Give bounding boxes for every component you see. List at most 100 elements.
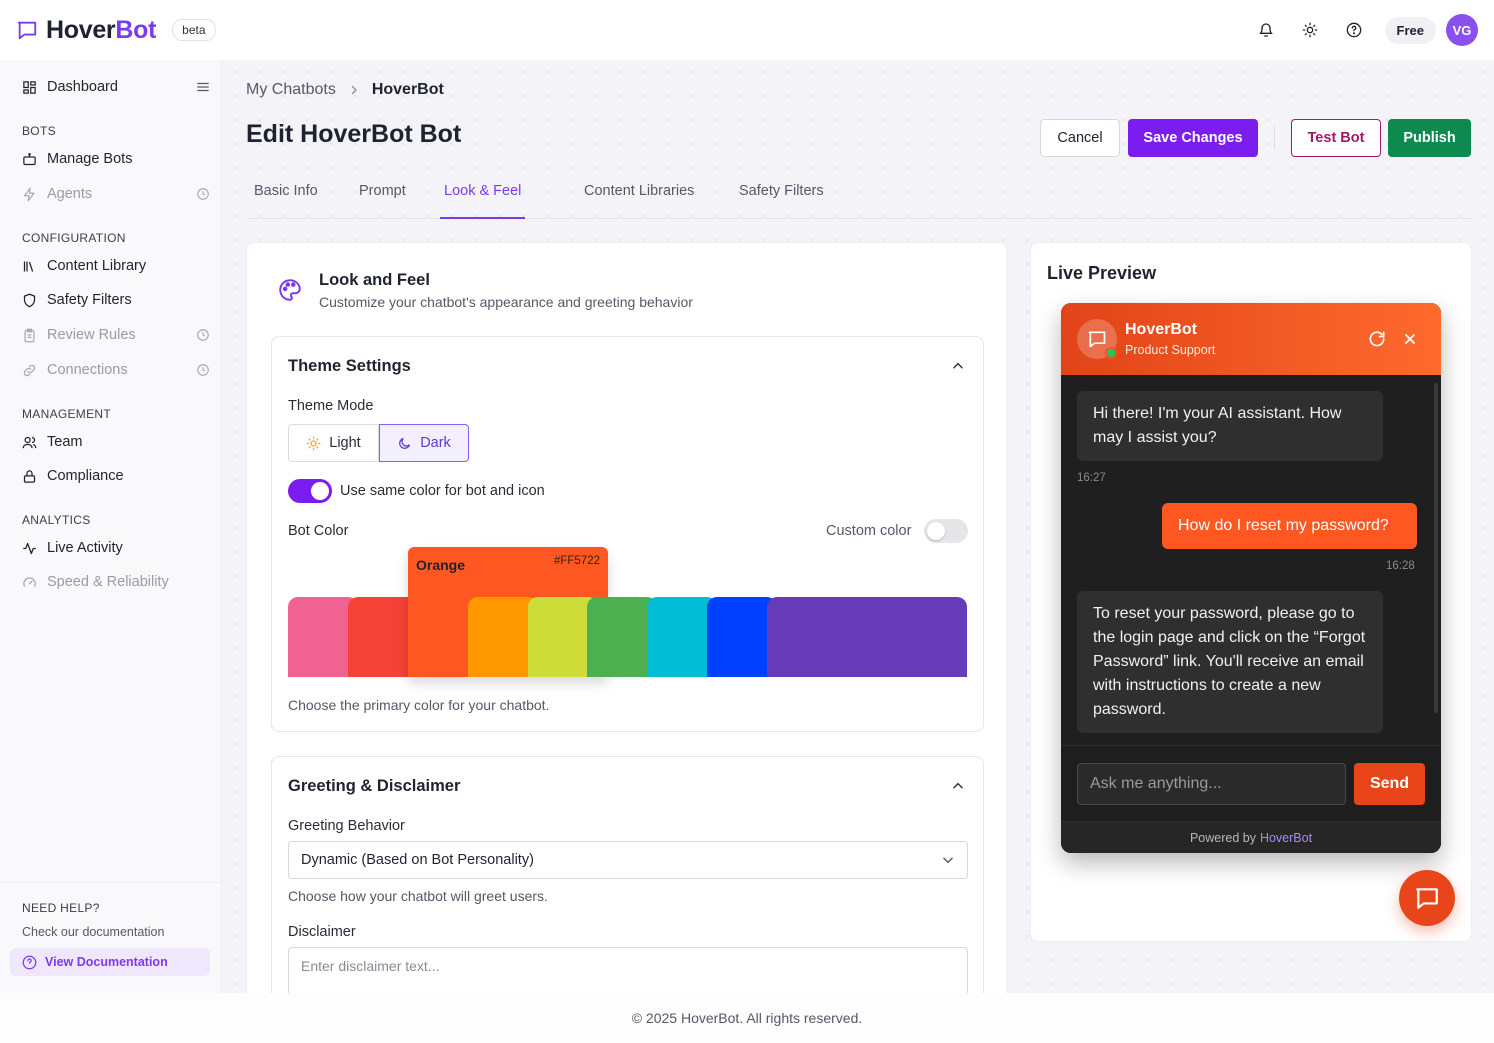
custom-color-toggle[interactable] [924, 519, 968, 543]
help-circle-icon[interactable] [1337, 13, 1371, 47]
disclaimer-label: Disclaimer [288, 924, 356, 940]
plan-badge[interactable]: Free [1384, 16, 1436, 44]
bot-message: To reset your password, please go to the… [1077, 591, 1383, 733]
tab-look-and-feel[interactable]: Look & Feel [440, 183, 526, 219]
sidebar-item-safety-filters[interactable]: Safety Filters [22, 286, 210, 314]
sidebar-item-agents[interactable]: Agents [22, 180, 210, 208]
brand-name: HoverBot [46, 15, 157, 44]
greeting-behavior-select[interactable]: Dynamic (Based on Bot Personality) [288, 841, 968, 879]
sidebar-item-label: Content Library [47, 258, 147, 274]
chat-scrollbar[interactable] [1434, 383, 1438, 713]
menu-toggle-icon[interactable] [196, 80, 210, 94]
chat-launcher-button[interactable] [1399, 870, 1455, 926]
theme-light-button[interactable]: Light [288, 424, 379, 462]
top-bar: HoverBot beta Free VG [0, 0, 1494, 60]
sidebar-item-manage-bots[interactable]: Manage Bots [22, 145, 210, 173]
view-documentation-button[interactable]: View Documentation [10, 948, 210, 976]
sun-icon [306, 436, 321, 451]
sidebar-item-speed-reliability[interactable]: Speed & Reliability [22, 568, 210, 596]
section-title: Theme Settings [288, 357, 411, 375]
message-timestamp: 16:28 [1386, 560, 1415, 572]
tab-safety-filters[interactable]: Safety Filters [735, 183, 828, 219]
sidebar-section-analytics: ANALYTICS [22, 513, 91, 527]
bot-icon [22, 152, 37, 167]
user-avatar[interactable]: VG [1446, 14, 1478, 46]
sidebar-item-team[interactable]: Team [22, 428, 210, 456]
sidebar-item-label: Manage Bots [47, 151, 133, 167]
sidebar-item-compliance[interactable]: Compliance [22, 462, 210, 490]
theme-mode-label: Theme Mode [288, 398, 374, 414]
lightning-icon [22, 187, 37, 202]
breadcrumb-my-chatbots[interactable]: My Chatbots [246, 81, 336, 99]
clock-icon [196, 363, 210, 377]
bot-message: Hi there! I'm your AI assistant. How may… [1077, 391, 1383, 461]
publish-button[interactable]: Publish [1388, 119, 1471, 157]
chat-bubble-logo-icon [16, 19, 38, 41]
lock-icon [22, 469, 37, 484]
card-subtitle: Customize your chatbot's appearance and … [319, 294, 693, 310]
chat-widget: HoverBot Product Support Hi there! I'm y… [1061, 303, 1441, 853]
main-content: My Chatbots HoverBot Edit HoverBot Bot C… [223, 60, 1494, 1043]
chat-input-row: Ask me anything... Send [1061, 745, 1441, 821]
save-changes-button[interactable]: Save Changes [1128, 119, 1258, 157]
sidebar-section-bots: BOTS [22, 124, 56, 138]
breadcrumb-current: HoverBot [371, 81, 444, 98]
sidebar-item-label: Connections [47, 362, 128, 378]
tab-prompt[interactable]: Prompt [355, 183, 410, 219]
sidebar: Dashboard BOTS Manage Bots Agents CONFIG… [0, 60, 222, 1043]
footer: © 2025 HoverBot. All rights reserved. [0, 993, 1494, 1043]
sidebar-item-dashboard[interactable]: Dashboard [22, 73, 210, 101]
test-bot-button[interactable]: Test Bot [1291, 119, 1381, 157]
chat-messages: Hi there! I'm your AI assistant. How may… [1061, 375, 1441, 745]
beta-badge: beta [172, 19, 216, 41]
chat-input[interactable]: Ask me anything... [1077, 763, 1346, 805]
live-preview-panel: Live Preview HoverBot Product Support Hi… [1030, 242, 1472, 942]
theme-dark-button[interactable]: Dark [379, 424, 469, 462]
powered-by-label: Powered by [1189, 830, 1256, 845]
sidebar-item-live-activity[interactable]: Live Activity [22, 534, 210, 562]
toggle-knob [927, 522, 945, 540]
powered-by-link[interactable]: HoverBot [1260, 831, 1312, 845]
cancel-button[interactable]: Cancel [1040, 119, 1120, 157]
help-circle-icon [22, 955, 37, 970]
color-swatch-purple[interactable] [767, 597, 967, 677]
tab-content-libraries[interactable]: Content Libraries [580, 183, 698, 219]
refresh-icon[interactable] [1367, 329, 1387, 349]
color-palette: Orange #FF5722 [288, 547, 968, 677]
sidebar-item-connections[interactable]: Connections [22, 356, 210, 384]
greeting-helper: Choose how your chatbot will greet users… [288, 888, 548, 904]
toggle-knob [311, 482, 329, 500]
chevron-up-icon[interactable] [951, 779, 965, 793]
view-documentation-label: View Documentation [45, 955, 168, 969]
sidebar-item-content-library[interactable]: Content Library [22, 252, 210, 280]
help-subtitle: Check our documentation [22, 925, 165, 939]
bell-icon[interactable] [1249, 13, 1283, 47]
sidebar-item-label: Review Rules [47, 327, 136, 343]
brand[interactable]: HoverBot beta [16, 16, 216, 45]
user-message: How do I reset my password? [1162, 503, 1417, 549]
dashboard-grid-icon [22, 80, 37, 95]
same-color-toggle[interactable] [288, 479, 332, 503]
chevron-down-icon [941, 853, 955, 867]
moon-icon [397, 436, 412, 451]
send-button[interactable]: Send [1354, 763, 1425, 805]
clock-icon [196, 187, 210, 201]
breadcrumb: My Chatbots HoverBot [246, 81, 444, 99]
clipboard-icon [22, 328, 37, 343]
sun-icon[interactable] [1293, 13, 1327, 47]
greeting-behavior-label: Greeting Behavior [288, 818, 405, 834]
selected-color-hex: #FF5722 [553, 555, 600, 567]
gauge-icon [22, 575, 37, 590]
sidebar-item-review-rules[interactable]: Review Rules [22, 321, 210, 349]
palette-icon [277, 277, 303, 303]
sidebar-item-label: Team [47, 434, 83, 450]
close-icon[interactable] [1403, 332, 1417, 346]
chevron-up-icon[interactable] [951, 359, 965, 373]
tab-bar: Basic Info Prompt Look & Feel Content Li… [246, 173, 1473, 219]
tab-basic-info[interactable]: Basic Info [250, 183, 322, 219]
chevron-right-icon [348, 84, 360, 96]
chat-bubble-icon [1087, 329, 1107, 349]
library-icon [22, 259, 37, 274]
sidebar-item-label: Speed & Reliability [47, 574, 169, 590]
sidebar-item-label: Agents [47, 186, 93, 202]
